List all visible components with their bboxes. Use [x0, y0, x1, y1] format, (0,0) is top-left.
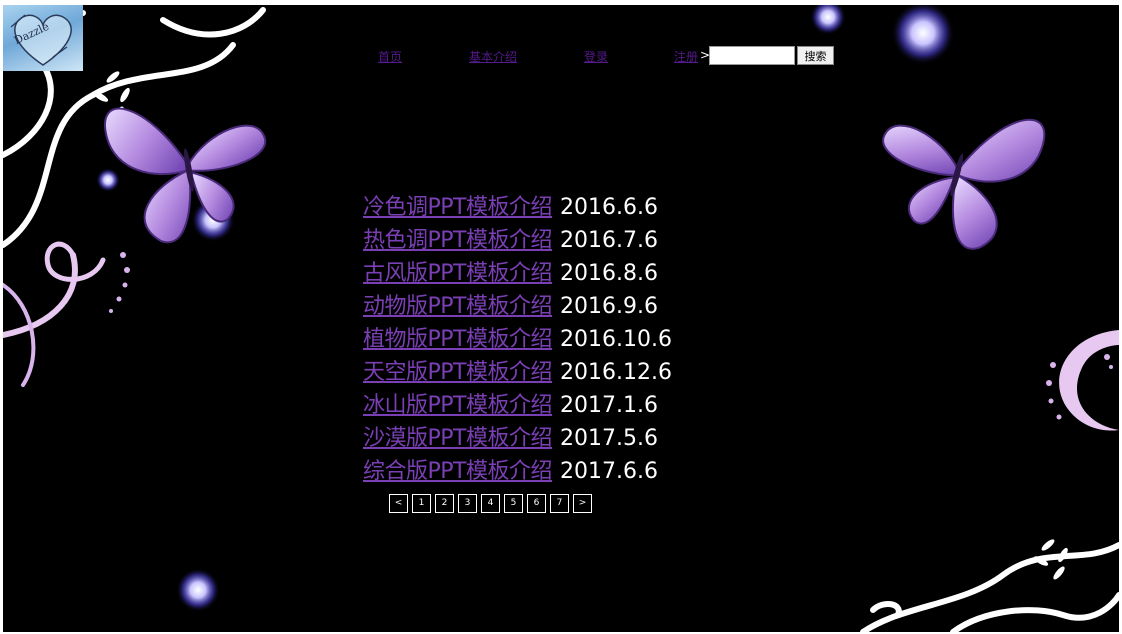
pagination-page-5[interactable]: 5	[504, 494, 523, 513]
article-date: 2016.6.6	[559, 195, 658, 220]
pagination-next-button[interactable]: >	[573, 494, 592, 513]
list-item: 冷色调PPT模板介绍 2016.6.6	[363, 191, 672, 224]
nav-link-login[interactable]: 登录	[584, 48, 608, 65]
article-date: 2016.7.6	[559, 228, 658, 253]
pagination-page-1[interactable]: 1	[412, 494, 431, 513]
right-crescent-ornament	[1046, 330, 1119, 431]
list-item: 冰山版PPT模板介绍 2017.1.6	[363, 389, 672, 422]
nav-link-register[interactable]: 注册	[674, 48, 698, 65]
butterfly-right	[882, 118, 1046, 250]
list-item: 植物版PPT模板介绍 2016.10.6	[363, 323, 672, 356]
pagination-page-2[interactable]: 2	[435, 494, 454, 513]
article-date: 2017.5.6	[559, 426, 658, 451]
page-background: Dazzle 首页 基本介绍 登录 注册 > 搜索 冷色调PPT模板介绍 2016…	[3, 5, 1119, 632]
article-date: 2016.8.6	[559, 261, 658, 286]
pagination-page-7[interactable]: 7	[550, 494, 569, 513]
butterfly-left	[104, 107, 267, 244]
article-link[interactable]: 动物版PPT模板介绍	[363, 294, 552, 319]
article-list: 冷色调PPT模板介绍 2016.6.6 热色调PPT模板介绍 2016.7.6 古风…	[363, 191, 672, 488]
glow-orb	[176, 568, 220, 612]
list-item: 天空版PPT模板介绍 2016.12.6	[363, 356, 672, 389]
pagination-page-6[interactable]: 6	[527, 494, 546, 513]
article-date: 2016.12.6	[559, 360, 672, 385]
article-link[interactable]: 植物版PPT模板介绍	[363, 327, 552, 352]
search-button[interactable]: 搜索	[797, 46, 834, 65]
list-item: 动物版PPT模板介绍 2016.9.6	[363, 290, 672, 323]
article-link[interactable]: 沙漠版PPT模板介绍	[363, 426, 552, 451]
pagination-page-3[interactable]: 3	[458, 494, 477, 513]
top-navigation: 首页 基本介绍 登录 注册 > 搜索	[3, 45, 1119, 69]
glow-orb	[810, 5, 846, 35]
article-link[interactable]: 天空版PPT模板介绍	[363, 360, 552, 385]
article-date: 2017.6.6	[559, 459, 658, 484]
bottom-right-swirl-ornament	[860, 542, 1119, 632]
list-item: 综合版PPT模板介绍 2017.6.6	[363, 455, 672, 488]
article-link[interactable]: 冷色调PPT模板介绍	[363, 195, 552, 220]
nav-link-home[interactable]: 首页	[378, 48, 402, 65]
left-dots	[109, 252, 130, 313]
nav-link-intro[interactable]: 基本介绍	[469, 48, 517, 65]
article-date: 2016.10.6	[559, 327, 672, 352]
article-link[interactable]: 热色调PPT模板介绍	[363, 228, 552, 253]
article-link[interactable]: 综合版PPT模板介绍	[363, 459, 552, 484]
list-item: 古风版PPT模板介绍 2016.8.6	[363, 257, 672, 290]
search-input[interactable]	[709, 46, 795, 65]
article-date: 2016.9.6	[559, 294, 658, 319]
article-date: 2017.1.6	[559, 393, 658, 418]
article-link[interactable]: 冰山版PPT模板介绍	[363, 393, 552, 418]
pagination-prev-button[interactable]: <	[389, 494, 408, 513]
pagination-page-4[interactable]: 4	[481, 494, 500, 513]
article-link[interactable]: 古风版PPT模板介绍	[363, 261, 552, 286]
list-item: 热色调PPT模板介绍 2016.7.6	[363, 224, 672, 257]
list-item: 沙漠版PPT模板介绍 2017.5.6	[363, 422, 672, 455]
glow-orb	[96, 168, 120, 192]
